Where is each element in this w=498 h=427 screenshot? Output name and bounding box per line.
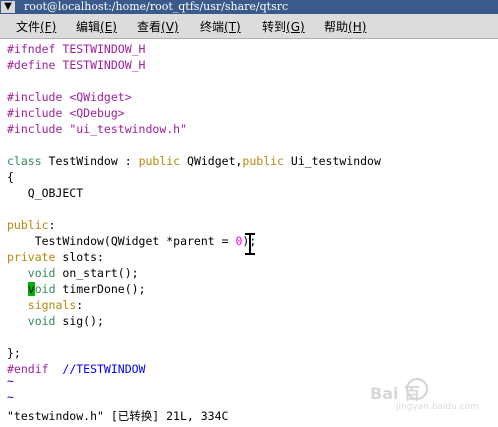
window-title: root@localhost:/home/root_qtfs/usr/share… xyxy=(24,0,289,13)
menu-goto[interactable]: 转到(G) xyxy=(262,18,305,35)
code-line: void sig(); xyxy=(27,314,104,328)
code-line: class TestWindow : public QWidget,public… xyxy=(7,154,381,168)
menu-file[interactable]: 文件(F) xyxy=(16,18,56,35)
code-line: #endif //TESTWINDOW xyxy=(7,362,146,376)
status-line: "testwindow.h" [已转换] 21L, 334C xyxy=(7,409,229,423)
empty-line-tilde: ~ xyxy=(7,390,14,404)
code-line: #define TESTWINDOW_H xyxy=(7,58,146,72)
ibeam-cursor-icon xyxy=(243,233,257,255)
code-line: { xyxy=(7,170,14,184)
code-line: void timerDone(); xyxy=(27,282,146,296)
menu-terminal[interactable]: 终端(T) xyxy=(200,18,241,35)
code-line: #include <QWidget> xyxy=(7,90,132,104)
window-menu-chevron-icon[interactable]: ▼ xyxy=(1,1,15,13)
text-cursor: v xyxy=(27,282,35,296)
menu-bar: 文件(F) 编辑(E) 查看(V) 终端(T) 转到(G) 帮助(H) xyxy=(0,14,498,39)
code-line: void on_start(); xyxy=(27,266,139,280)
title-bar: ▼ root@localhost:/home/root_qtfs/usr/sha… xyxy=(0,0,498,14)
menu-help[interactable]: 帮助(H) xyxy=(324,18,366,35)
menu-view[interactable]: 查看(V) xyxy=(137,18,179,35)
code-line: }; xyxy=(7,346,21,360)
code-line: #ifndef TESTWINDOW_H xyxy=(7,42,146,56)
code-line: Q_OBJECT xyxy=(7,186,84,200)
code-line: #include <QDebug> xyxy=(7,106,125,120)
code-line: #include "ui_testwindow.h" xyxy=(7,122,188,136)
code-line: TestWindow(QWidget *parent = 0); xyxy=(7,234,257,248)
terminal-editor[interactable]: #ifndef TESTWINDOW_H #define TESTWINDOW_… xyxy=(0,39,498,405)
code-line: signals: xyxy=(27,298,84,312)
watermark-url: jingyan.baidu.com xyxy=(396,402,480,412)
menu-edit[interactable]: 编辑(E) xyxy=(76,18,117,35)
code-line: private slots: xyxy=(7,250,104,264)
empty-line-tilde: ~ xyxy=(7,374,14,388)
code-line: public: xyxy=(7,218,56,232)
baidu-paw-icon xyxy=(406,378,428,400)
baidu-watermark: Bai 百 jingyan.baidu.com xyxy=(370,378,490,418)
